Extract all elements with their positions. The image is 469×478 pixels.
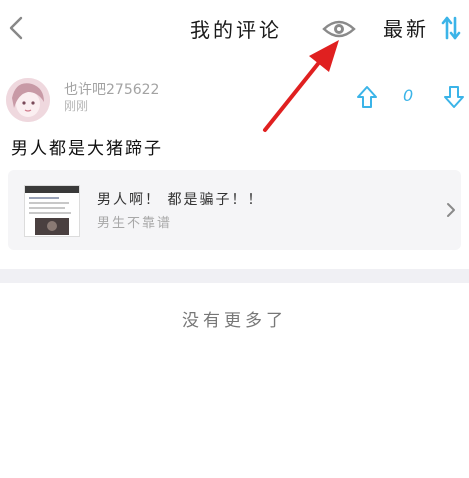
downvote-button[interactable] bbox=[443, 85, 465, 109]
post-subtitle: 男生不靠谱 bbox=[97, 216, 173, 231]
sort-toggle-button[interactable] bbox=[441, 16, 461, 40]
list-end-text: 没有更多了 bbox=[182, 311, 287, 331]
post-thumbnail bbox=[24, 185, 80, 237]
sort-arrows-icon bbox=[441, 16, 461, 40]
chevron-right-icon bbox=[447, 203, 455, 217]
avatar-image bbox=[6, 78, 50, 122]
back-button[interactable] bbox=[6, 14, 28, 42]
vote-count: 0 bbox=[403, 86, 414, 105]
comment-timestamp: 刚刚 bbox=[64, 99, 89, 113]
arrow-up-icon bbox=[357, 86, 377, 108]
section-divider bbox=[0, 269, 469, 283]
comments-page: 我的评论 最新 也许吧275622 刚刚 0 男人都是大猪蹄子 男人啊！ 都是骗… bbox=[0, 0, 469, 478]
chevron-left-icon bbox=[9, 16, 23, 40]
upvote-button[interactable] bbox=[356, 85, 378, 109]
post-thumbnail-image bbox=[25, 186, 79, 235]
arrow-down-icon bbox=[444, 86, 464, 108]
sort-latest-button[interactable]: 最新 bbox=[383, 13, 429, 42]
comment-username[interactable]: 也许吧275622 bbox=[64, 79, 159, 99]
post-title: 男人啊！ 都是骗子！！ bbox=[97, 192, 264, 208]
annotation-arrow-icon bbox=[263, 40, 339, 132]
comment-text: 男人都是大猪蹄子 bbox=[11, 139, 163, 159]
top-bar: 我的评论 最新 bbox=[0, 0, 469, 58]
quoted-post-card[interactable]: 男人啊！ 都是骗子！！ 男生不靠谱 bbox=[8, 170, 461, 250]
avatar[interactable] bbox=[6, 78, 50, 122]
